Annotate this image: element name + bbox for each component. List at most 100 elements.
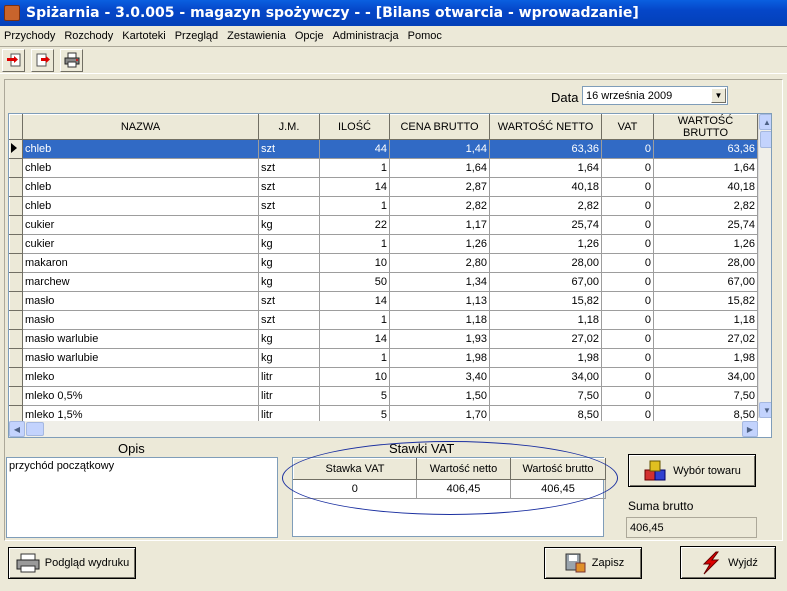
table-row[interactable]: cukier kg 1 1,26 1,26 0 1,26	[9, 234, 758, 254]
cell-wartosc-brutto[interactable]: 67,00	[653, 272, 758, 292]
cell-wartosc-netto[interactable]: 28,00	[489, 253, 602, 273]
cell-wartosc-netto[interactable]: 15,82	[489, 291, 602, 311]
header-vat[interactable]: VAT	[601, 114, 654, 140]
scroll-up-icon[interactable]: ▲	[759, 114, 771, 130]
cell-nazwa[interactable]: makaron	[22, 253, 259, 273]
cell-wartosc-brutto[interactable]: 25,74	[653, 215, 758, 235]
cell-jm[interactable]: kg	[258, 329, 320, 349]
cell-nazwa[interactable]: mleko	[22, 367, 259, 387]
row-indicator[interactable]	[9, 196, 23, 216]
cell-cena-brutto[interactable]: 1,50	[389, 386, 490, 406]
cell-wartosc-brutto[interactable]: 1,98	[653, 348, 758, 368]
cell-nazwa[interactable]: chleb	[22, 177, 259, 197]
table-row[interactable]: mleko 0,5% litr 5 1,50 7,50 0 7,50	[9, 386, 758, 406]
cell-ilosc[interactable]: 14	[319, 177, 390, 197]
cell-vat[interactable]: 0	[601, 367, 654, 387]
print-button[interactable]	[60, 48, 83, 72]
horizontal-scroll-thumb[interactable]	[26, 422, 44, 436]
cell-ilosc[interactable]: 1	[319, 158, 390, 178]
cell-ilosc[interactable]: 44	[319, 139, 390, 159]
row-indicator[interactable]	[9, 348, 23, 368]
cell-vat[interactable]: 0	[601, 291, 654, 311]
cell-cena-brutto[interactable]: 2,87	[389, 177, 490, 197]
cell-jm[interactable]: litr	[258, 386, 320, 406]
date-picker[interactable]: 16 września 2009 ▼	[582, 86, 728, 105]
table-row[interactable]: masło szt 14 1,13 15,82 0 15,82	[9, 291, 758, 311]
cell-jm[interactable]: szt	[258, 291, 320, 311]
cell-nazwa[interactable]: masło	[22, 310, 259, 330]
cell-vat[interactable]: 0	[601, 177, 654, 197]
cell-jm[interactable]: kg	[258, 253, 320, 273]
table-row[interactable]: chleb szt 14 2,87 40,18 0 40,18	[9, 177, 758, 197]
cell-ilosc[interactable]: 1	[319, 234, 390, 254]
table-row[interactable]: chleb szt 1 2,82 2,82 0 2,82	[9, 196, 758, 216]
scroll-right-icon[interactable]: ▶	[742, 421, 758, 437]
cell-wartosc-netto[interactable]: 27,02	[489, 329, 602, 349]
cell-jm[interactable]: kg	[258, 272, 320, 292]
row-indicator[interactable]	[9, 234, 23, 254]
menu-administracja[interactable]: Administracja	[333, 30, 399, 42]
cell-cena-brutto[interactable]: 1,34	[389, 272, 490, 292]
cell-jm[interactable]: kg	[258, 348, 320, 368]
cell-nazwa[interactable]: marchew	[22, 272, 259, 292]
cell-vat[interactable]: 0	[601, 310, 654, 330]
cell-cena-brutto[interactable]: 1,13	[389, 291, 490, 311]
cell-vat[interactable]: 0	[601, 215, 654, 235]
cell-wartosc-brutto[interactable]: 40,18	[653, 177, 758, 197]
exit-document-button[interactable]	[31, 48, 54, 72]
cell-cena-brutto[interactable]: 1,64	[389, 158, 490, 178]
opis-textarea[interactable]: przychód początkowy	[6, 457, 278, 538]
cell-wartosc-brutto[interactable]: 63,36	[653, 139, 758, 159]
cell-wartosc-brutto[interactable]: 7,50	[653, 386, 758, 406]
wybor-towaru-button[interactable]: Wybór towaru	[628, 454, 756, 487]
cell-ilosc[interactable]: 14	[319, 291, 390, 311]
cell-vat[interactable]: 0	[601, 386, 654, 406]
cell-vat[interactable]: 0	[601, 158, 654, 178]
cell-wartosc-brutto[interactable]: 1,18	[653, 310, 758, 330]
cell-jm[interactable]: szt	[258, 177, 320, 197]
table-row[interactable]: masło warlubie kg 14 1,93 27,02 0 27,02	[9, 329, 758, 349]
cell-jm[interactable]: kg	[258, 234, 320, 254]
table-row[interactable]: chleb szt 1 1,64 1,64 0 1,64	[9, 158, 758, 178]
cell-ilosc[interactable]: 22	[319, 215, 390, 235]
cell-nazwa[interactable]: chleb	[22, 196, 259, 216]
cell-cena-brutto[interactable]: 2,82	[389, 196, 490, 216]
wyjdz-button[interactable]: Wyjdź	[680, 546, 776, 579]
cell-wartosc-netto[interactable]: 67,00	[489, 272, 602, 292]
row-indicator[interactable]	[9, 329, 23, 349]
zapisz-button[interactable]: Zapisz	[544, 547, 642, 579]
cell-vat[interactable]: 0	[601, 272, 654, 292]
cell-jm[interactable]: szt	[258, 158, 320, 178]
menu-pomoc[interactable]: Pomoc	[408, 30, 442, 42]
add-document-button[interactable]	[2, 48, 25, 72]
scroll-left-icon[interactable]: ◀	[9, 421, 25, 437]
table-row[interactable]: chleb szt 44 1,44 63,36 0 63,36	[9, 139, 758, 159]
cell-wartosc-brutto[interactable]: 28,00	[653, 253, 758, 273]
table-row[interactable]: masło warlubie kg 1 1,98 1,98 0 1,98	[9, 348, 758, 368]
cell-wartosc-brutto[interactable]: 34,00	[653, 367, 758, 387]
table-row[interactable]: masło szt 1 1,18 1,18 0 1,18	[9, 310, 758, 330]
cell-cena-brutto[interactable]: 1,26	[389, 234, 490, 254]
cell-wartosc-netto[interactable]: 25,74	[489, 215, 602, 235]
cell-ilosc[interactable]: 1	[319, 348, 390, 368]
cell-wartosc-brutto[interactable]: 2,82	[653, 196, 758, 216]
table-row[interactable]: marchew kg 50 1,34 67,00 0 67,00	[9, 272, 758, 292]
cell-vat[interactable]: 0	[601, 348, 654, 368]
cell-wartosc-netto[interactable]: 2,82	[489, 196, 602, 216]
cell-nazwa[interactable]: chleb	[22, 139, 259, 159]
cell-vat[interactable]: 0	[601, 253, 654, 273]
vertical-scroll-thumb[interactable]	[760, 131, 771, 148]
table-row[interactable]: mleko litr 10 3,40 34,00 0 34,00	[9, 367, 758, 387]
cell-wartosc-netto[interactable]: 63,36	[489, 139, 602, 159]
menu-przychody[interactable]: Przychody	[4, 30, 55, 42]
header-wartosc-brutto[interactable]: WARTOŚĆ BRUTTO	[653, 114, 758, 140]
row-indicator[interactable]	[9, 367, 23, 387]
row-indicator[interactable]	[9, 139, 23, 159]
cell-nazwa[interactable]: cukier	[22, 215, 259, 235]
cell-jm[interactable]: litr	[258, 367, 320, 387]
cell-vat[interactable]: 0	[601, 196, 654, 216]
cell-ilosc[interactable]: 1	[319, 196, 390, 216]
row-indicator[interactable]	[9, 177, 23, 197]
row-indicator[interactable]	[9, 272, 23, 292]
scroll-down-icon[interactable]: ▼	[759, 402, 771, 418]
